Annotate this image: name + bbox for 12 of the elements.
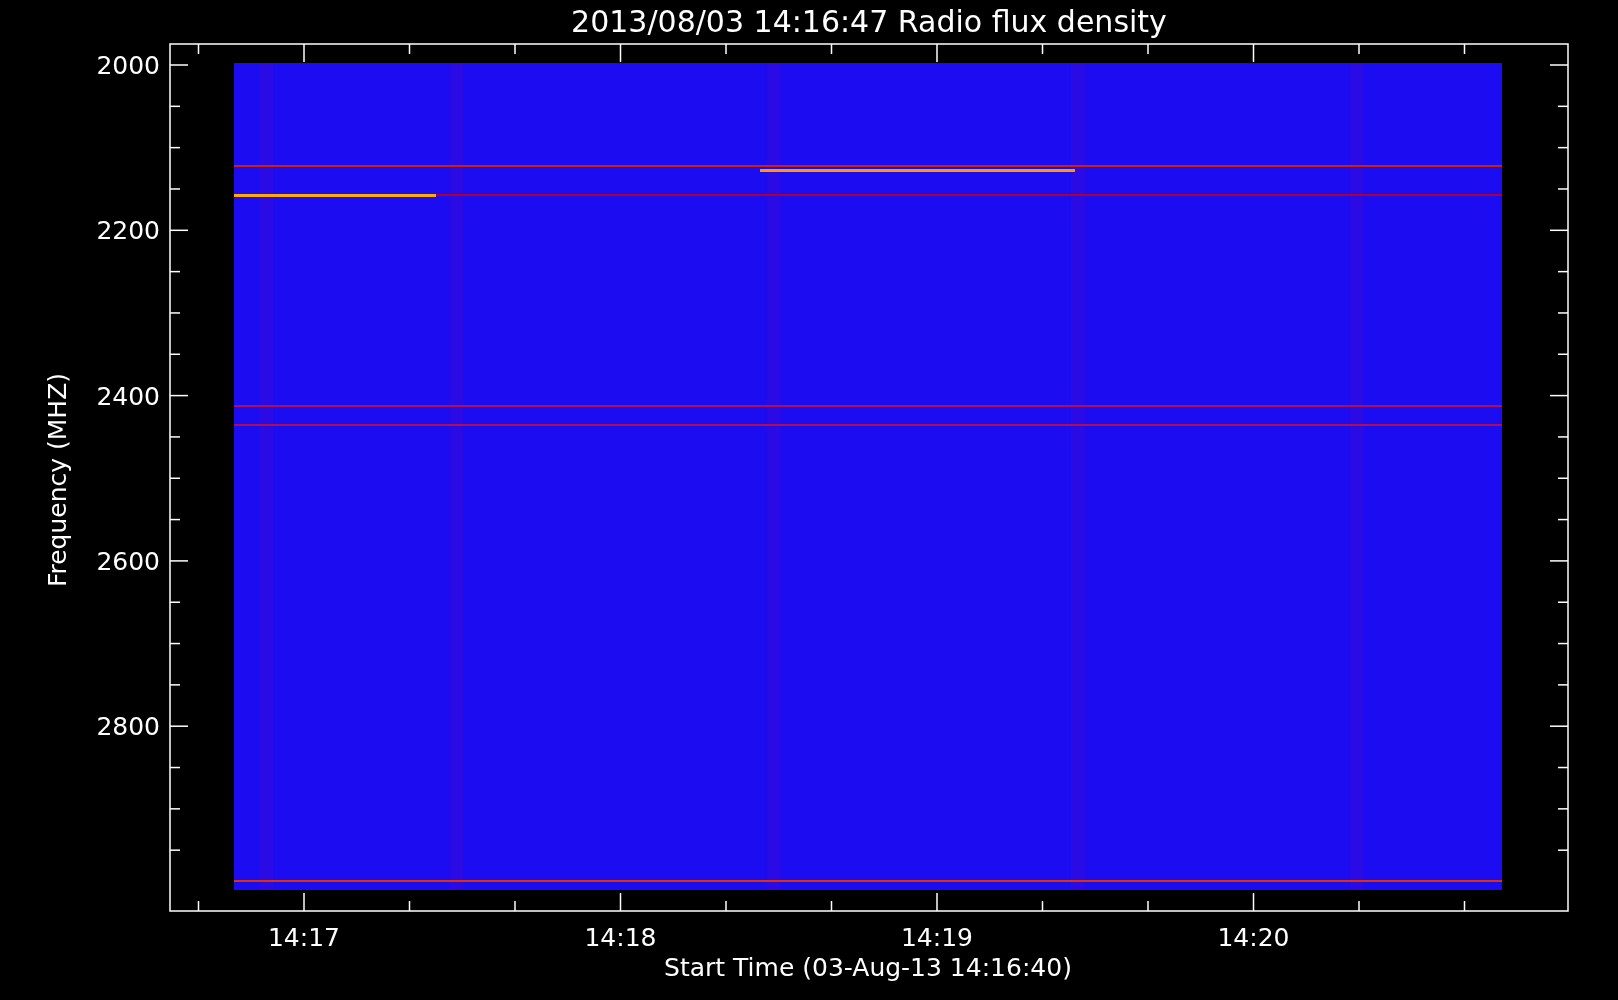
y-tick-label: 2800 [96,712,160,742]
y-axis-label: Frequency (MHZ) [43,372,72,588]
chart-title: 2013/08/03 14:16:47 Radio flux density [571,4,1167,39]
y-tick-label: 2600 [96,546,160,576]
x-tick-label: 14:19 [901,923,973,952]
y-tick-label: 2000 [96,51,160,80]
y-tick-label: 2400 [96,381,160,411]
x-tick-label: 14:17 [268,923,340,952]
x-tick-label: 14:18 [584,923,657,952]
x-axis-label: Start Time (03-Aug-13 14:16:40) [664,953,1072,982]
y-tick-label: 2200 [96,216,160,246]
x-tick-label: 14:20 [1217,923,1290,952]
